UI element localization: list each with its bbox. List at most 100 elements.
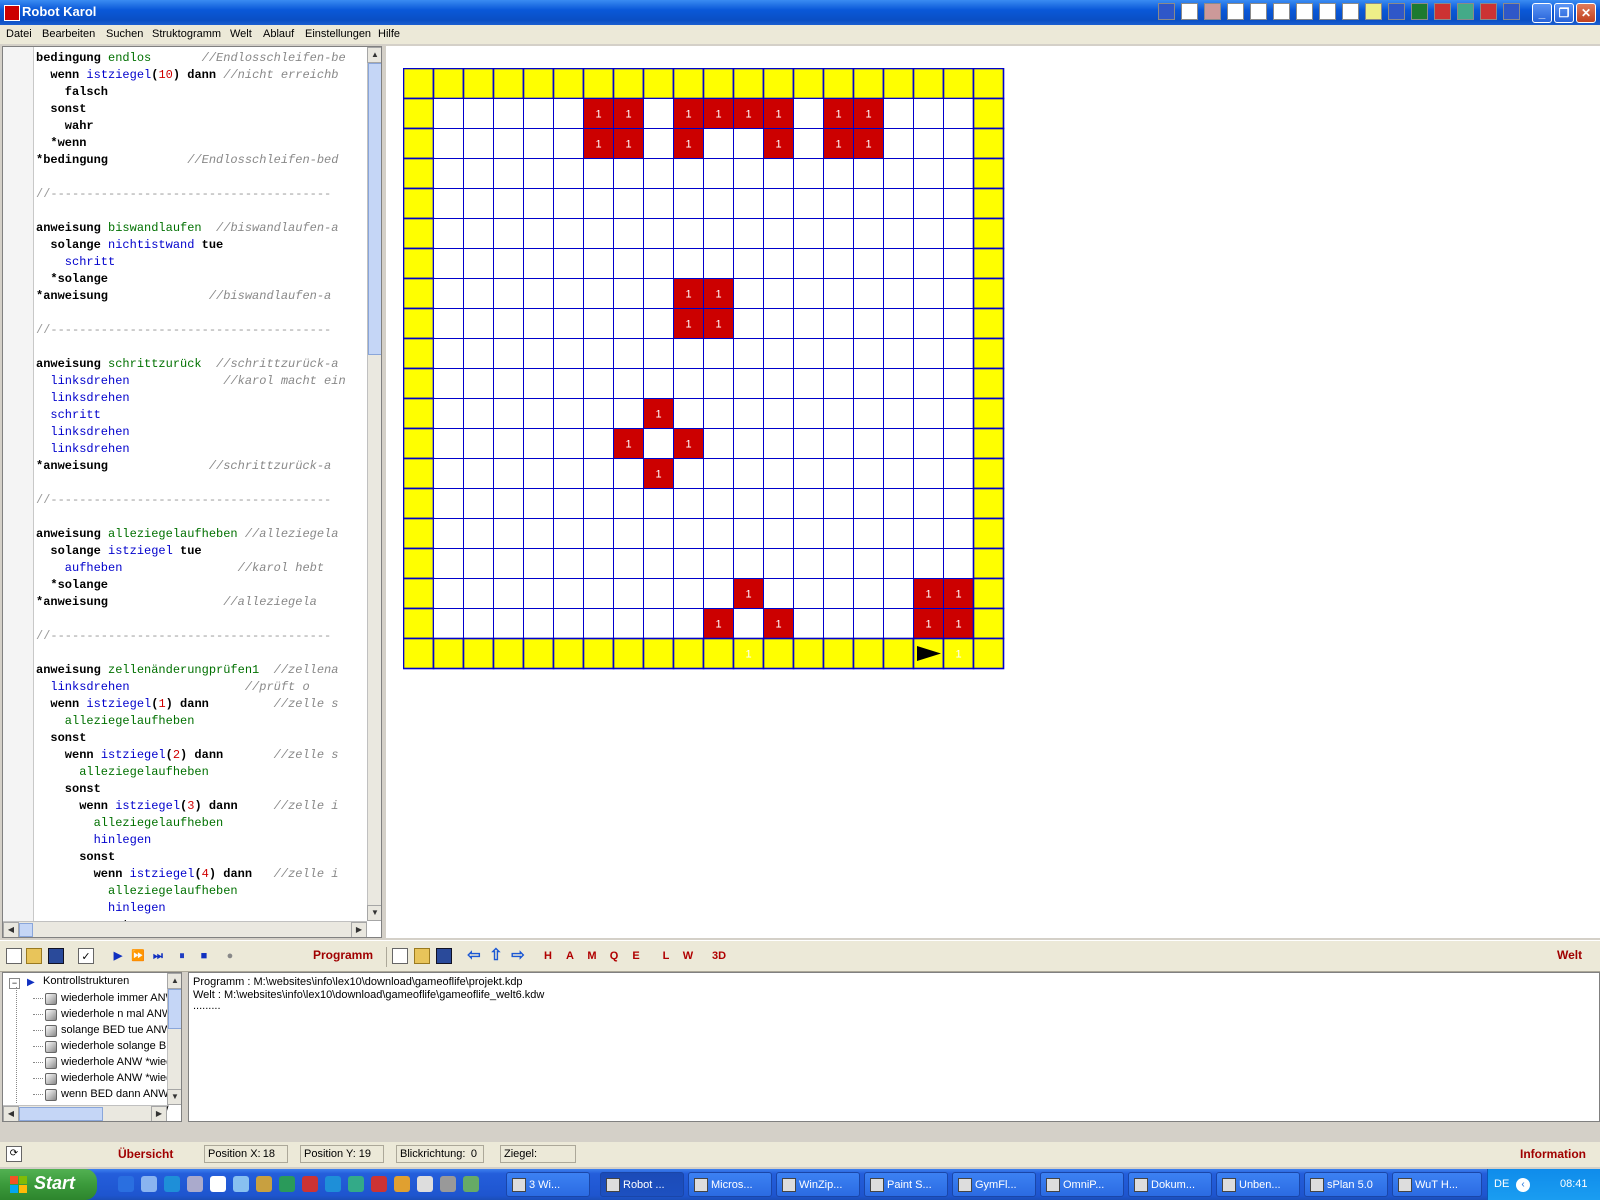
toolbar-app-icon[interactable] — [1434, 3, 1451, 20]
minimize-button[interactable]: _ — [1532, 3, 1552, 23]
tree-item[interactable]: wiederhole solange BE — [61, 1039, 174, 1054]
quick-launch-icon[interactable] — [394, 1176, 410, 1192]
taskbar-task[interactable]: Unben... — [1216, 1172, 1300, 1197]
editor-vertical-scrollbar[interactable]: ▲ ▼ — [367, 47, 381, 921]
quick-launch-icon[interactable] — [210, 1176, 226, 1192]
quick-launch-icon[interactable] — [348, 1176, 364, 1192]
code-editor[interactable]: bedingung endlos //Endlosschleifen-be we… — [2, 46, 382, 938]
start-button[interactable]: Start — [0, 1169, 97, 1200]
scroll-up-button[interactable]: ▲ — [367, 47, 381, 63]
menu-item-3[interactable]: Struktogramm — [152, 28, 221, 40]
world-button-w[interactable]: W — [680, 948, 696, 964]
world-button-3d[interactable]: 3D — [708, 948, 730, 964]
run-icon[interactable]: ▶ — [110, 948, 126, 964]
taskbar-task[interactable]: WinZip... — [776, 1172, 860, 1197]
quick-launch-icon[interactable] — [417, 1176, 433, 1192]
tray-back-icon[interactable]: ‹ — [1516, 1178, 1530, 1192]
tree-scroll-down-button[interactable]: ▼ — [167, 1089, 181, 1105]
tree-item[interactable]: solange BED tue ANW — [61, 1023, 172, 1038]
tree-horizontal-scrollbar[interactable]: ◀ ▶ — [3, 1105, 167, 1121]
step-forward-icon[interactable]: ⇧ — [488, 948, 504, 964]
world-button-l[interactable]: L — [658, 948, 674, 964]
check-syntax-icon[interactable]: ✓ — [78, 948, 94, 964]
new-world-icon[interactable] — [392, 948, 408, 964]
restore-button[interactable]: ❐ — [1554, 3, 1574, 23]
world-grid[interactable]: 1 1 1 1 1 1 1 1 1 1 1 1 1 1 1 1 1 1 1 1 1 1 1 1 1 1 1 1 1 1 1 — [403, 68, 1005, 670]
quick-launch-icon[interactable] — [164, 1176, 180, 1192]
quick-launch-icon[interactable] — [118, 1176, 134, 1192]
tree-item[interactable]: wiederhole ANW *wied — [61, 1055, 172, 1070]
toolbar-app-icon[interactable] — [1342, 3, 1359, 20]
world-button-m[interactable]: M — [584, 948, 600, 964]
tree-vertical-scrollbar[interactable]: ▲ ▼ — [167, 973, 181, 1105]
taskbar-task[interactable]: Dokum... — [1128, 1172, 1212, 1197]
save-program-icon[interactable] — [48, 948, 64, 964]
taskbar-task[interactable]: Paint S... — [864, 1172, 948, 1197]
fast-run-icon[interactable]: ⏩ — [130, 948, 146, 964]
menu-item-2[interactable]: Suchen — [106, 28, 143, 40]
world-button-h[interactable]: H — [540, 948, 556, 964]
quick-launch-icon[interactable] — [233, 1176, 249, 1192]
stop-icon[interactable]: ■ — [196, 948, 212, 964]
close-button[interactable]: ✕ — [1576, 3, 1596, 23]
toolbar-app-icon[interactable] — [1319, 3, 1336, 20]
taskbar-task[interactable]: OmniP... — [1040, 1172, 1124, 1197]
toolbar-app-icon[interactable] — [1227, 3, 1244, 20]
toolbar-app-icon[interactable] — [1411, 3, 1428, 20]
open-world-icon[interactable] — [414, 948, 430, 964]
tree-scroll-thumb[interactable] — [168, 989, 181, 1029]
taskbar-task[interactable]: WuT H... — [1392, 1172, 1482, 1197]
quick-launch-icon[interactable] — [256, 1176, 272, 1192]
turn-left-icon[interactable]: ⇦ — [466, 948, 482, 964]
turn-right-icon[interactable]: ⇨ — [510, 948, 526, 964]
tree-item[interactable]: wiederhole ANW *wied — [61, 1071, 172, 1086]
collapse-icon[interactable]: − — [9, 978, 20, 989]
toolbar-app-icon[interactable] — [1457, 3, 1474, 20]
quick-launch-icon[interactable] — [279, 1176, 295, 1192]
editor-horizontal-scrollbar[interactable]: ◀ ▶ — [3, 921, 367, 937]
quick-launch-icon[interactable] — [325, 1176, 341, 1192]
quick-launch-icon[interactable] — [187, 1176, 203, 1192]
tree-item[interactable]: wiederhole n mal ANW — [61, 1007, 172, 1022]
world-button-a[interactable]: A — [562, 948, 578, 964]
command-tree[interactable]: − ▶ Kontrollstrukturen wiederhole immer … — [2, 972, 182, 1122]
world-button-e[interactable]: E — [628, 948, 644, 964]
new-program-icon[interactable] — [6, 948, 22, 964]
toolbar-app-icon[interactable] — [1503, 3, 1520, 20]
scroll-thumb[interactable] — [368, 63, 381, 355]
menu-item-6[interactable]: Einstellungen — [305, 28, 371, 40]
scroll-down-button[interactable]: ▼ — [367, 905, 381, 921]
toolbar-app-icon[interactable] — [1250, 3, 1267, 20]
taskbar-task[interactable]: 3 Wi... — [506, 1172, 590, 1197]
menu-item-4[interactable]: Welt — [230, 28, 252, 40]
tree-item[interactable]: wenn BED dann ANW — [61, 1087, 169, 1102]
toolbar-app-icon[interactable] — [1480, 3, 1497, 20]
refresh-icon[interactable]: ⟳ — [6, 1146, 22, 1162]
tree-hscroll-thumb[interactable] — [19, 1107, 103, 1121]
tree-scroll-right-button[interactable]: ▶ — [151, 1106, 167, 1121]
toolbar-app-icon[interactable] — [1273, 3, 1290, 20]
hscroll-thumb[interactable] — [19, 923, 33, 937]
quick-launch-icon[interactable] — [463, 1176, 479, 1192]
language-indicator[interactable]: DE — [1494, 1178, 1509, 1190]
scroll-left-button[interactable]: ◀ — [3, 922, 19, 937]
pause-icon[interactable]: ⏸ — [174, 948, 190, 964]
menu-item-7[interactable]: Hilfe — [378, 28, 400, 40]
menu-item-5[interactable]: Ablauf — [263, 28, 294, 40]
tree-scroll-left-button[interactable]: ◀ — [3, 1106, 19, 1121]
toolbar-app-icon[interactable] — [1181, 3, 1198, 20]
tree-item[interactable]: wiederhole immer ANW — [61, 991, 176, 1006]
quick-launch-icon[interactable] — [440, 1176, 456, 1192]
open-program-icon[interactable] — [26, 948, 42, 964]
toolbar-app-icon[interactable] — [1296, 3, 1313, 20]
toolbar-app-icon[interactable] — [1388, 3, 1405, 20]
world-button-q[interactable]: Q — [606, 948, 622, 964]
menu-item-0[interactable]: Datei — [6, 28, 32, 40]
taskbar-task[interactable]: Micros... — [688, 1172, 772, 1197]
taskbar-task[interactable]: sPlan 5.0 — [1304, 1172, 1388, 1197]
taskbar-task[interactable]: Robot ... — [600, 1172, 684, 1197]
overview-label[interactable]: Übersicht — [118, 1147, 173, 1161]
toolbar-app-icon[interactable] — [1158, 3, 1175, 20]
quick-launch-icon[interactable] — [371, 1176, 387, 1192]
save-world-icon[interactable] — [436, 948, 452, 964]
